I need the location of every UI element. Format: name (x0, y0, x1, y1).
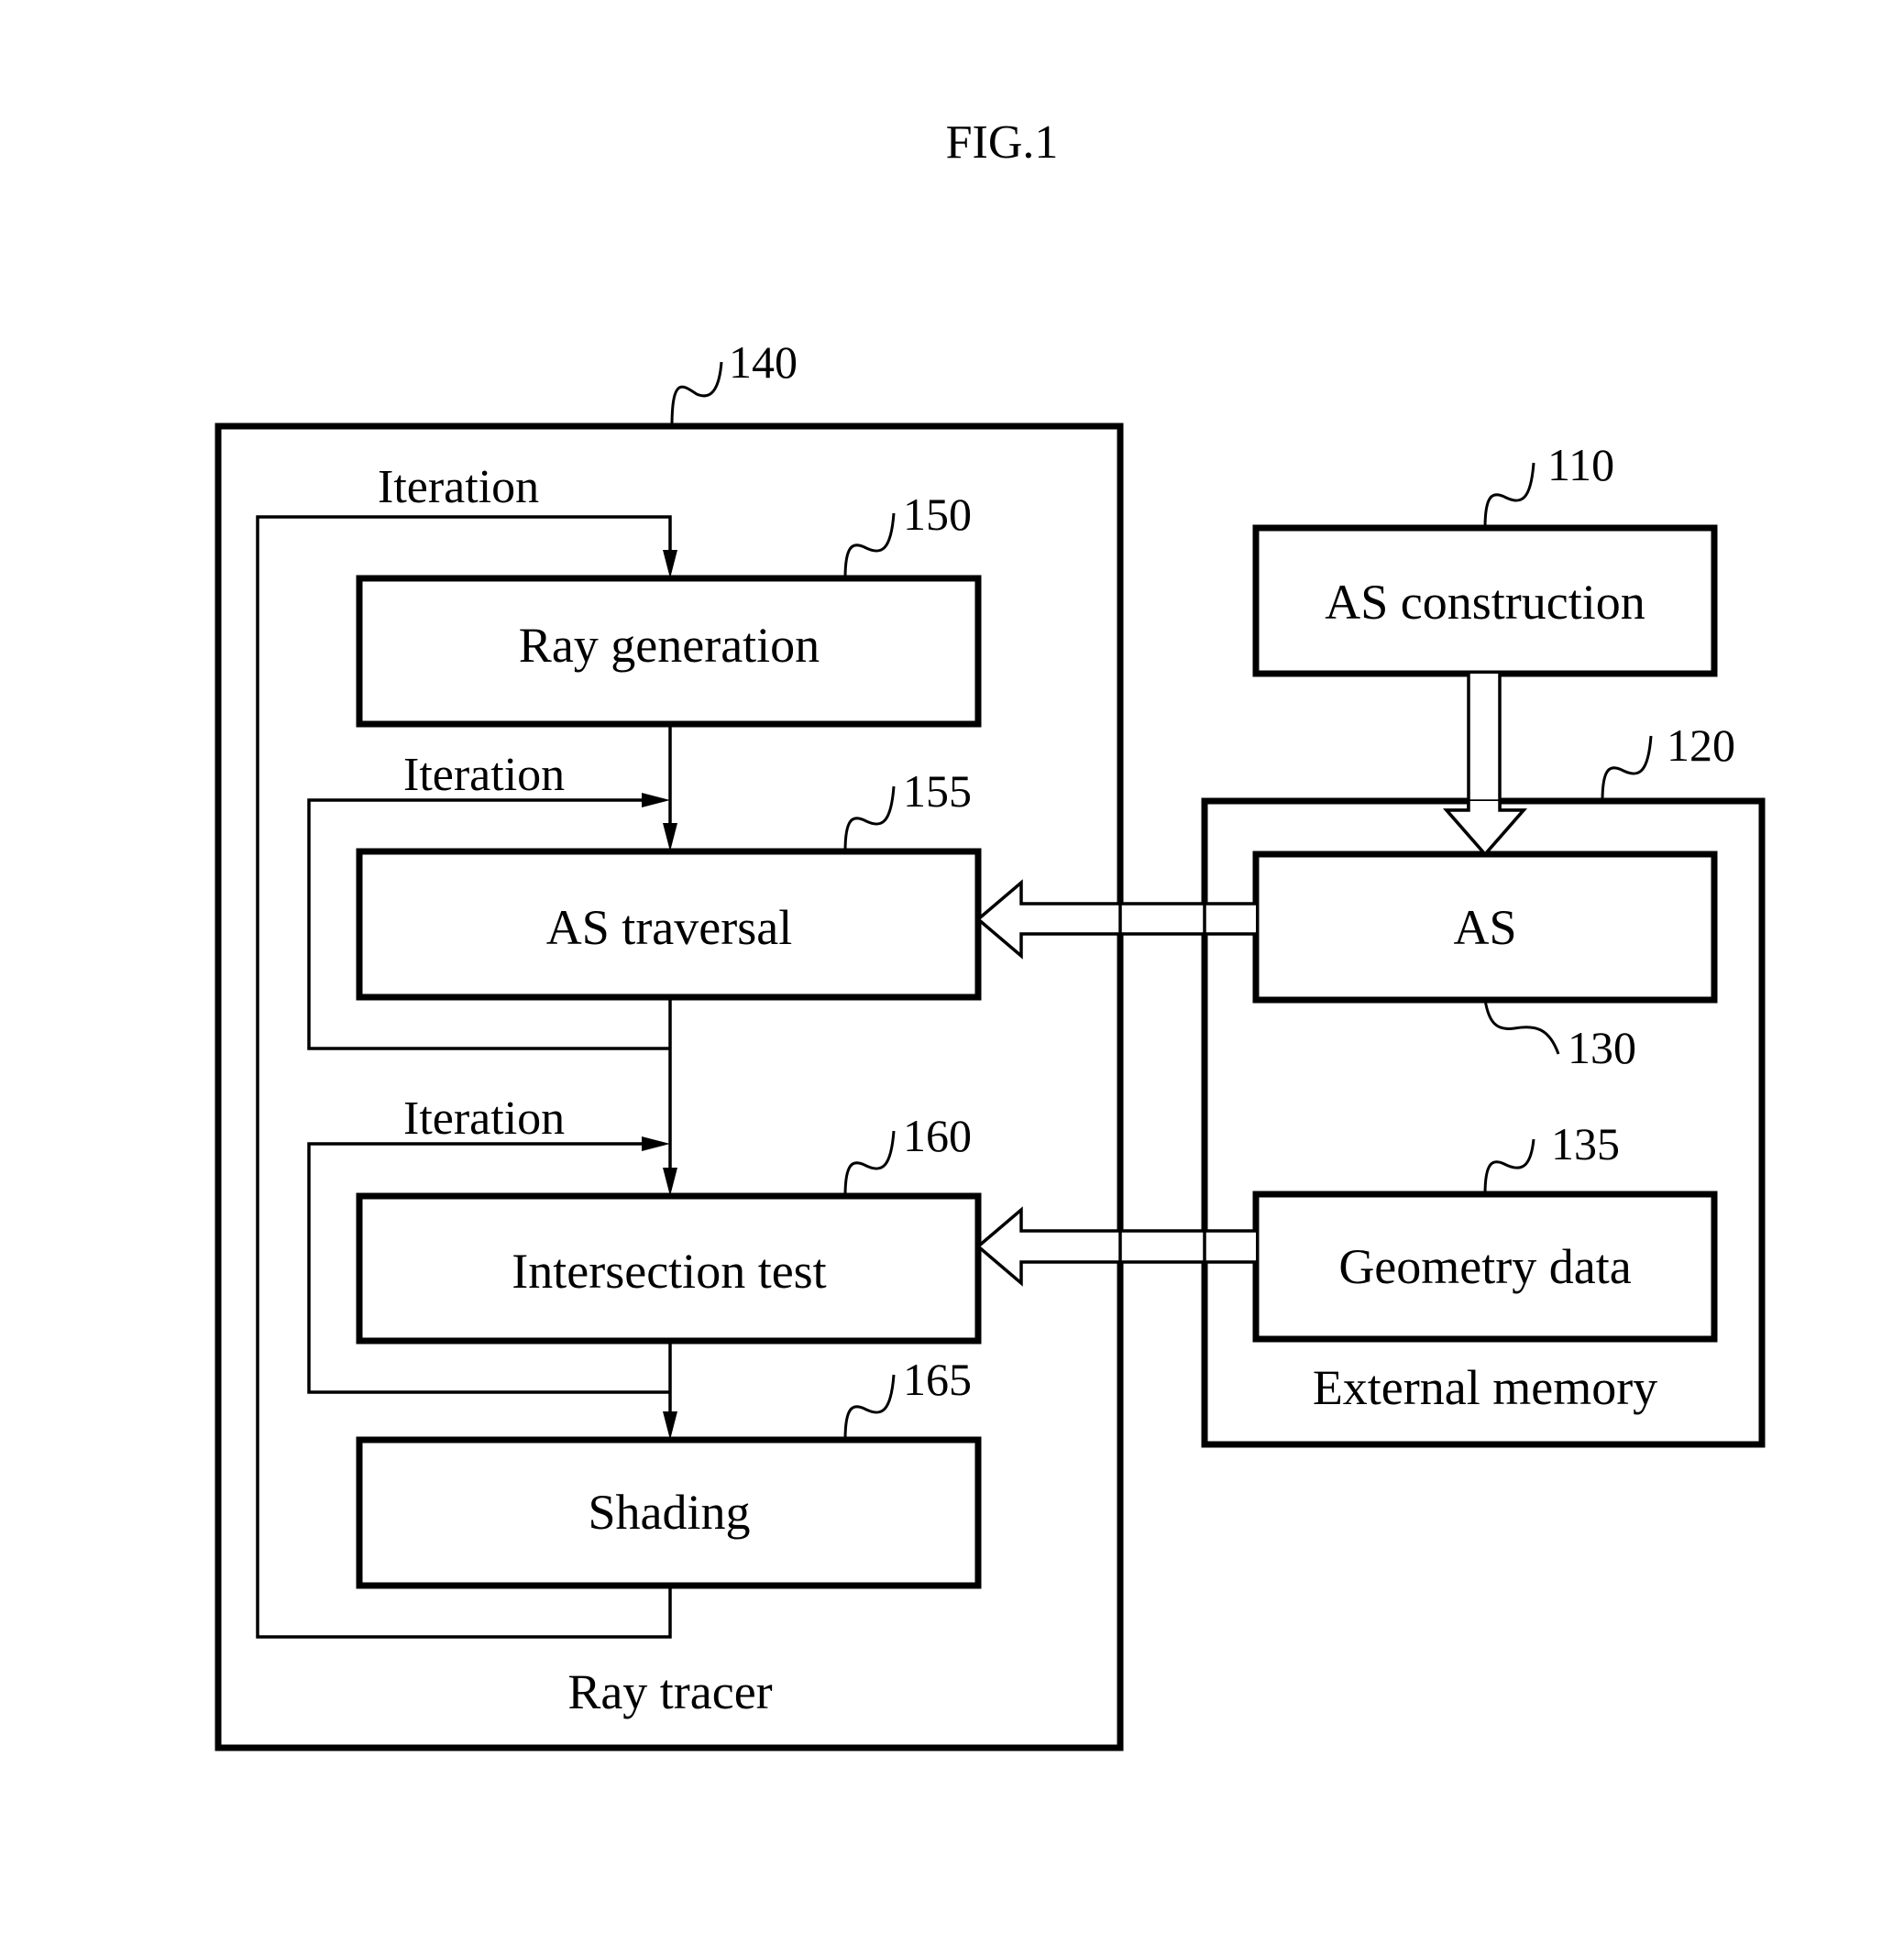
ray-tracer-label: Ray tracer (567, 1664, 772, 1719)
main-flow (663, 724, 677, 1440)
arrowhead-into-shading (663, 1411, 677, 1440)
ref-leader-130 (1483, 999, 1560, 1055)
as-traversal-iteration-loop: Iteration (307, 749, 670, 1050)
ref-leader-155 (843, 785, 896, 852)
iteration-label-2: Iteration (403, 749, 565, 801)
ref-leader-150 (843, 512, 896, 579)
ref-130: 130 (1568, 1022, 1636, 1073)
arrowhead-into-as-traversal (663, 823, 677, 851)
ref-leader-135 (1483, 1138, 1535, 1195)
ref-135: 135 (1551, 1118, 1620, 1169)
memory-item-as: AS 130 (1252, 851, 1718, 1073)
ray-generation-label: Ray generation (519, 618, 820, 673)
intersection-test-label: Intersection test (512, 1244, 826, 1299)
external-memory-border (1201, 797, 1766, 1448)
ref-120: 120 (1667, 719, 1735, 771)
ref-150: 150 (903, 488, 972, 540)
arrowhead-into-intersection-test (663, 1168, 677, 1196)
ref-110: 110 (1547, 439, 1614, 490)
as-label: AS (1453, 900, 1516, 955)
ref-leader-165 (843, 1374, 896, 1441)
figure-canvas: FIG.1 Ray tracer 140 Iteration Iteration… (0, 0, 1904, 1954)
hollow-arrowhead-into-as (1443, 801, 1527, 857)
intersection-iteration-loop: Iteration (307, 1092, 670, 1394)
ref-leader-110 (1483, 462, 1535, 529)
block-diagram: FIG.1 Ray tracer 140 Iteration Iteration… (215, 116, 1766, 1751)
outer-loop-line (256, 515, 672, 1639)
as-traversal-label: AS traversal (546, 900, 792, 955)
arrowhead-traversal-loop (642, 793, 670, 807)
ref-140: 140 (729, 336, 798, 388)
ref-leader-160 (843, 1130, 896, 1197)
ref-165: 165 (903, 1354, 972, 1405)
arrowhead-into-ray-generation (663, 550, 677, 578)
as-construction-label: AS construction (1325, 575, 1645, 630)
iteration-label-1: Iteration (378, 461, 539, 513)
geometry-data-label: Geometry data (1338, 1239, 1631, 1294)
external-memory-label: External memory (1313, 1360, 1657, 1415)
as-construction-block: AS construction 110 (1252, 439, 1718, 677)
shading-label: Shading (588, 1485, 750, 1540)
figure-title: FIG.1 (946, 116, 1059, 169)
memory-item-geometry-data: Geometry data 135 (1252, 1118, 1718, 1343)
ref-155: 155 (903, 765, 972, 817)
arrowhead-intersection-loop (642, 1136, 670, 1151)
ref-leader-120 (1601, 735, 1653, 802)
ref-leader-140 (670, 361, 723, 427)
iteration-label-3: Iteration (403, 1092, 565, 1145)
ref-160: 160 (903, 1110, 972, 1161)
